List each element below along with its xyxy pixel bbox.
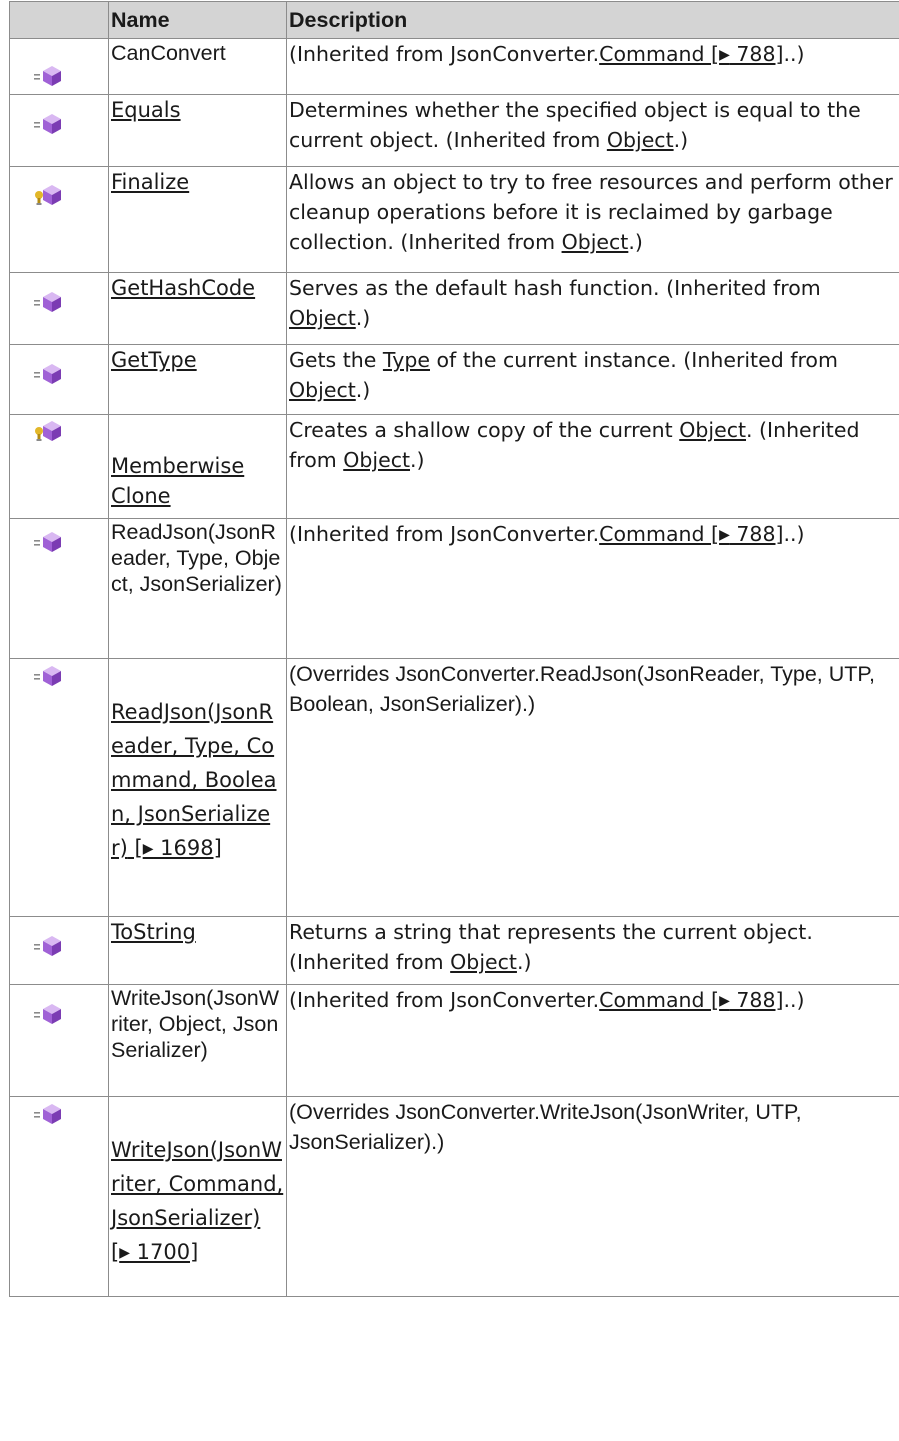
type-link[interactable]: Type	[383, 348, 430, 372]
method-name: Equals	[108, 94, 287, 167]
public-method-icon	[34, 1001, 64, 1025]
table-row: GetType Gets the Type of the current ins…	[9, 344, 899, 415]
protected-method-icon	[33, 419, 63, 443]
table-row: Finalize Allows an object to try to free…	[9, 166, 899, 273]
method-description: (Overrides JsonConverter.WriteJson(JsonW…	[286, 1096, 899, 1297]
page-arrow-icon: ▶	[719, 993, 730, 1009]
method-description: Determines whether the specified object …	[286, 94, 899, 167]
gethashcode-link[interactable]: GetHashCode	[111, 276, 255, 300]
finalize-link[interactable]: Finalize	[111, 170, 189, 194]
method-description: (Inherited from JsonConverter.Command [▶…	[286, 518, 899, 659]
method-description: Returns a string that represents the cur…	[286, 916, 899, 985]
method-description: Serves as the default hash function. (In…	[286, 272, 899, 345]
public-method-icon	[34, 1101, 64, 1125]
method-name: ReadJson(JsonReader, Type, Object, JsonS…	[108, 518, 287, 659]
method-description: Creates a shallow copy of the current Ob…	[286, 414, 899, 519]
command-link[interactable]: Command [▶ 788]	[599, 522, 783, 546]
method-name: GetType	[108, 344, 287, 415]
public-method-icon	[34, 361, 64, 385]
method-description: Gets the Type of the current instance. (…	[286, 344, 899, 415]
icon-cell	[9, 518, 109, 659]
header-row: Name Description	[9, 1, 899, 39]
method-name: WriteJson(JsonWriter, Command, JsonSeria…	[108, 1096, 287, 1297]
method-name: Memberwise Clone	[108, 414, 287, 519]
icon-cell	[9, 38, 109, 95]
icon-cell	[9, 1096, 109, 1297]
icon-cell	[9, 984, 109, 1097]
command-link[interactable]: Command [▶ 788]	[599, 42, 783, 66]
memberwiseclone-link[interactable]: Memberwise Clone	[111, 454, 244, 508]
method-name: CanConvert	[108, 38, 287, 95]
object-link[interactable]: Object	[562, 230, 629, 254]
table-row: ReadJson(JsonReader, Type, Command, Bool…	[9, 658, 899, 917]
page-arrow-icon: ▶	[142, 841, 154, 857]
table-row: CanConvert (Inherited from JsonConverter…	[9, 38, 899, 95]
method-name: ToString	[108, 916, 287, 985]
icon-cell	[9, 344, 109, 415]
table-row: ToString Returns a string that represent…	[9, 916, 899, 985]
readjson-command-link[interactable]: ReadJson(JsonReader, Type, Command, Bool…	[111, 700, 277, 860]
icon-cell	[9, 94, 109, 167]
table-row: ReadJson(JsonReader, Type, Object, JsonS…	[9, 518, 899, 659]
gettype-link[interactable]: GetType	[111, 348, 197, 372]
public-method-icon	[34, 111, 64, 135]
description-column-header: Description	[286, 1, 899, 39]
public-method-icon	[34, 529, 64, 553]
page-arrow-icon: ▶	[719, 47, 730, 63]
object-link[interactable]: Object	[343, 448, 410, 472]
methods-table: Name Description CanConvert (Inherited f…	[9, 1, 899, 1297]
public-method-icon	[34, 663, 64, 687]
public-method-icon	[34, 933, 64, 957]
method-description: (Inherited from JsonConverter.Command [▶…	[286, 38, 899, 95]
icon-cell	[9, 272, 109, 345]
table-row: GetHashCode Serves as the default hash f…	[9, 272, 899, 345]
icon-cell	[9, 166, 109, 273]
tostring-link[interactable]: ToString	[111, 920, 196, 944]
command-link[interactable]: Command [▶ 788]	[599, 988, 783, 1012]
table-row: Equals Determines whether the specified …	[9, 94, 899, 167]
method-description: (Inherited from JsonConverter.Command [▶…	[286, 984, 899, 1097]
method-name: WriteJson(JsonWriter, Object, JsonSerial…	[108, 984, 287, 1097]
method-description: Allows an object to try to free resource…	[286, 166, 899, 273]
icon-cell	[9, 414, 109, 519]
icon-column-header	[9, 1, 109, 39]
table-row: WriteJson(JsonWriter, Command, JsonSeria…	[9, 1096, 899, 1297]
equals-link[interactable]: Equals	[111, 98, 181, 122]
writejson-command-link[interactable]: WriteJson(JsonWriter, Command, JsonSeria…	[111, 1138, 283, 1264]
object-link[interactable]: Object	[607, 128, 674, 152]
method-description: (Overrides JsonConverter.ReadJson(JsonRe…	[286, 658, 899, 917]
protected-method-icon	[33, 183, 63, 207]
object-link[interactable]: Object	[679, 418, 746, 442]
table-row: Memberwise Clone Creates a shallow copy …	[9, 414, 899, 519]
public-method-icon	[34, 289, 64, 313]
method-name: Finalize	[108, 166, 287, 273]
object-link[interactable]: Object	[450, 950, 517, 974]
page-arrow-icon: ▶	[719, 527, 730, 543]
name-column-header: Name	[108, 1, 287, 39]
icon-cell	[9, 658, 109, 917]
object-link[interactable]: Object	[289, 306, 356, 330]
method-name: GetHashCode	[108, 272, 287, 345]
table-row: WriteJson(JsonWriter, Object, JsonSerial…	[9, 984, 899, 1097]
icon-cell	[9, 916, 109, 985]
page-arrow-icon: ▶	[119, 1245, 130, 1261]
public-method-icon	[34, 63, 64, 87]
method-name: ReadJson(JsonReader, Type, Command, Bool…	[108, 658, 287, 917]
object-link[interactable]: Object	[289, 378, 356, 402]
